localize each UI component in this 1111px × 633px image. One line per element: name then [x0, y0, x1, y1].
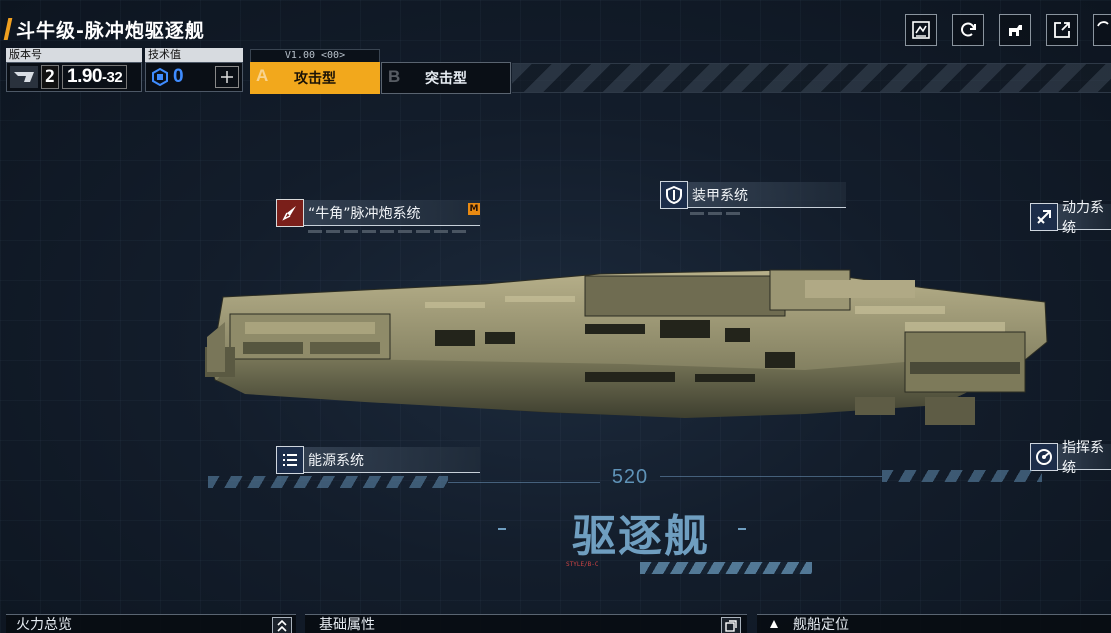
- command-system-label[interactable]: 指挥系统: [1030, 440, 1111, 476]
- ship-model[interactable]: [205, 262, 1050, 447]
- list-icon: [276, 446, 304, 474]
- hud-line-left: [448, 482, 600, 483]
- thruster-icon: [1030, 203, 1058, 231]
- energy-system-label[interactable]: 能源系统: [276, 446, 480, 477]
- variant-tag: V1.00 <00>: [250, 49, 380, 63]
- class-tick-right: [738, 528, 746, 530]
- share-dog-icon: [1009, 25, 1022, 36]
- refresh-icon: [961, 22, 976, 37]
- version-value-sub: -32: [101, 69, 123, 86]
- tab-assault[interactable]: B 突击型: [381, 62, 511, 94]
- ship-title: 斗牛级-脉冲炮驱逐舰: [3, 14, 205, 44]
- tech-value: 0: [173, 66, 184, 87]
- fullscreen-icon: [1096, 21, 1109, 27]
- armor-system-slots: [690, 212, 846, 215]
- tab-attack-label: 攻击型: [294, 71, 336, 87]
- firepower-expand-button[interactable]: [272, 617, 292, 633]
- firepower-title: 火力总览: [16, 617, 72, 633]
- power-system-text: 动力系统: [1058, 200, 1111, 236]
- firepower-panel[interactable]: 火力总览: [6, 614, 296, 633]
- power-system-label[interactable]: 动力系统: [1030, 200, 1111, 236]
- weapon-system-slots: [308, 230, 480, 233]
- blueprint-button[interactable]: [905, 14, 937, 46]
- positioning-title: 舰船定位: [793, 617, 849, 633]
- fullscreen-button[interactable]: [1093, 14, 1111, 46]
- triangle-icon: [770, 620, 778, 628]
- weapon-badge: M: [468, 203, 480, 215]
- tech-label: 技术值: [145, 48, 243, 62]
- armor-system-label[interactable]: 装甲系统: [660, 181, 846, 215]
- version-value: 1.90-32: [62, 65, 128, 89]
- attributes-title: 基础属性: [319, 617, 375, 633]
- share-dog-button[interactable]: [999, 14, 1031, 46]
- ship-class-name: 驱逐舰: [572, 511, 710, 562]
- version-label: 版本号: [6, 48, 142, 62]
- export-icon: [1054, 22, 1070, 38]
- attributes-panel[interactable]: 基础属性: [305, 614, 747, 633]
- armor-system-text: 装甲系统: [688, 182, 846, 208]
- tab-assault-label: 突击型: [425, 71, 467, 87]
- hud-line-right: [660, 476, 882, 477]
- page-title: 斗牛级-脉冲炮驱逐舰: [16, 19, 205, 42]
- class-stripe: [640, 562, 812, 574]
- radar-icon: [1030, 443, 1058, 471]
- version-number: 2: [41, 65, 59, 89]
- plus-icon: [221, 71, 233, 83]
- weapon-system-label[interactable]: “牛角”脉冲炮系统 M: [276, 199, 480, 233]
- weapon-system-text: “牛角”脉冲炮系统: [304, 200, 480, 226]
- positioning-panel[interactable]: 舰船定位: [757, 614, 1111, 633]
- collapse-icon: [277, 619, 287, 632]
- version-block: 版本号 2 1.90-32: [6, 48, 142, 94]
- version-value-main: 1.90: [67, 66, 102, 87]
- version-body: 2 1.90-32: [6, 62, 142, 92]
- energy-system-text: 能源系统: [304, 447, 480, 473]
- attributes-copy-button[interactable]: [721, 617, 741, 633]
- tech-body: 0: [145, 62, 243, 92]
- blueprint-icon: [912, 21, 930, 39]
- tech-chip-icon: [149, 66, 171, 88]
- tech-block: 技术值 0: [145, 48, 243, 94]
- refresh-button[interactable]: [952, 14, 984, 46]
- ship-class-number: 520: [611, 466, 649, 488]
- version-logo-icon: [10, 66, 38, 88]
- hazard-stripe: [512, 63, 1111, 93]
- shield-icon: [660, 181, 688, 209]
- tab-a-letter: A: [256, 66, 269, 85]
- hud-stripe-left: [208, 476, 448, 488]
- hud-stripe-right: [882, 470, 1042, 482]
- tab-attack[interactable]: A 攻击型: [250, 62, 380, 94]
- copy-icon: [725, 619, 737, 632]
- missile-icon: [276, 199, 304, 227]
- class-tick-left: [498, 528, 506, 530]
- export-button[interactable]: [1046, 14, 1078, 46]
- command-system-text: 指挥系统: [1058, 440, 1111, 476]
- tech-add-button[interactable]: [215, 66, 239, 88]
- tab-b-letter: B: [388, 67, 401, 86]
- ship-class-sub: STYLE/B-C: [566, 561, 599, 568]
